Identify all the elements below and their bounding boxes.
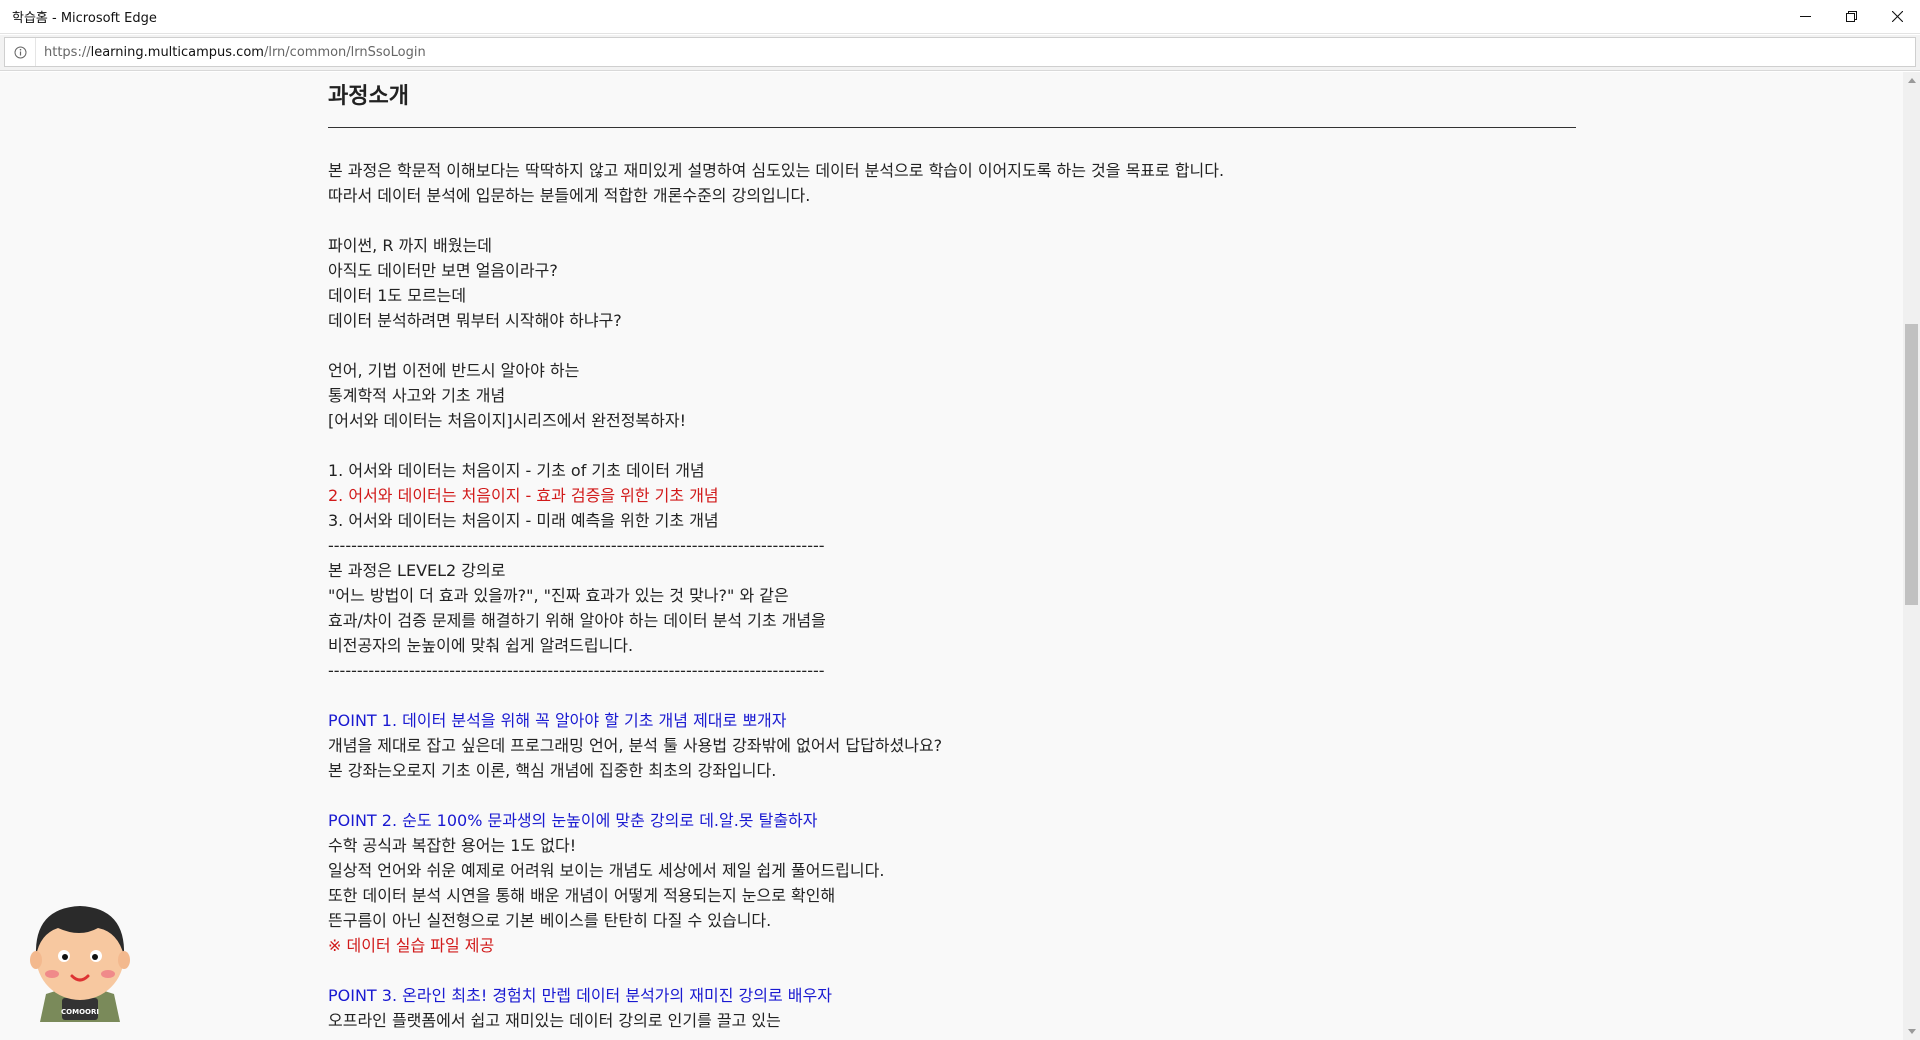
text-line: 개념을 제대로 잡고 싶은데 프로그래밍 언어, 분석 툴 사용법 강좌밖에 없… xyxy=(328,736,943,755)
text-line: 본 과정은 LEVEL2 강의로 xyxy=(328,561,506,580)
scroll-up-arrow-icon xyxy=(1907,78,1916,83)
text-line: 오프라인 플랫폼에서 쉽고 재미있는 데이터 강의로 인기를 끌고 있는 xyxy=(328,1011,781,1030)
mascot-chatbot-button[interactable]: COMOORI xyxy=(28,898,132,1022)
svg-text:COMOORI: COMOORI xyxy=(61,1008,99,1016)
scrollbar-thumb[interactable] xyxy=(1905,324,1918,605)
window-title-bar: 학습홈 - Microsoft Edge xyxy=(0,0,1920,34)
text-line: ----------------------------------------… xyxy=(328,536,825,555)
window-title: 학습홈 - Microsoft Edge xyxy=(12,11,157,26)
text-line: 또한 데이터 분석 시연을 통해 배운 개념이 어떻게 적용되는지 눈으로 확인… xyxy=(328,886,836,905)
minimize-button[interactable] xyxy=(1782,0,1828,34)
text-line: 비전공자의 눈높이에 맞춰 쉽게 알려드립니다. xyxy=(328,636,634,655)
restore-button[interactable] xyxy=(1828,0,1874,34)
point-heading: POINT 3. 온라인 최초! 경험치 만렙 데이터 분석가의 재미진 강의로… xyxy=(328,986,832,1005)
minimize-icon xyxy=(1799,16,1811,17)
text-line: 데이터 1도 모르는데 xyxy=(328,286,467,305)
url-field[interactable]: https://learning.multicampus.com/lrn/com… xyxy=(4,37,1916,67)
scroll-up-button[interactable] xyxy=(1903,72,1920,89)
restore-icon xyxy=(1845,11,1857,22)
text-line: 수학 공식과 복잡한 용어는 1도 없다! xyxy=(328,836,577,855)
title-divider xyxy=(328,127,1576,128)
text-line: 언어, 기법 이전에 반드시 알아야 하는 xyxy=(328,361,580,380)
text-line: 2. 어서와 데이터는 처음이지 - 효과 검증을 위한 기초 개념 xyxy=(328,486,719,505)
text-line: 파이썬, R 까지 배웠는데 xyxy=(328,236,492,255)
text-line: 일상적 언어와 쉬운 예제로 어려워 보이는 개념도 세상에서 제일 쉽게 풀어… xyxy=(328,861,885,880)
text-line: 3. 어서와 데이터는 처음이지 - 미래 예측을 위한 기초 개념 xyxy=(328,511,719,530)
vertical-scrollbar[interactable] xyxy=(1903,72,1920,1040)
scroll-down-arrow-icon xyxy=(1907,1029,1916,1034)
point-heading: POINT 1. 데이터 분석을 위해 꼭 알아야 할 기초 개념 제대로 뽀개… xyxy=(328,711,787,730)
close-icon xyxy=(1891,11,1903,22)
scroll-down-button[interactable] xyxy=(1903,1023,1920,1040)
text-line: 아직도 데이터만 보면 얼음이라구? xyxy=(328,261,558,280)
url-path: /lrn/common/lrnSsoLogin xyxy=(263,44,426,60)
text-line: 따라서 데이터 분석에 입문하는 분들에게 적합한 개론수준의 강의입니다. xyxy=(328,186,811,205)
site-info-button[interactable] xyxy=(5,38,36,66)
text-line: ----------------------------------------… xyxy=(328,661,825,680)
text-line: ※ 데이터 실습 파일 제공 xyxy=(328,936,495,955)
mascot-character-icon: COMOORI xyxy=(30,906,130,1022)
text-line: 데이터 분석하려면 뭐부터 시작해야 하냐구? xyxy=(328,311,622,330)
text-line: 효과/차이 검증 문제를 해결하기 위해 알아야 하는 데이터 분석 기초 개념… xyxy=(328,611,826,630)
point-heading: POINT 2. 순도 100% 문과생의 눈높이에 맞춘 강의로 데.알.못 … xyxy=(328,811,818,830)
text-line: 1. 어서와 데이터는 처음이지 - 기초 of 기초 데이터 개념 xyxy=(328,461,705,480)
close-button[interactable] xyxy=(1874,0,1920,34)
url-host: learning.multicampus.com xyxy=(90,44,264,60)
url-text[interactable]: https://learning.multicampus.com/lrn/com… xyxy=(36,45,426,60)
text-line: [어서와 데이터는 처음이지]시리즈에서 완전정복하자! xyxy=(328,411,686,430)
text-line: "어느 방법이 더 효과 있을까?", "진짜 효과가 있는 것 맞나?" 와 … xyxy=(328,586,789,605)
address-bar: https://learning.multicampus.com/lrn/com… xyxy=(0,35,1920,71)
course-intro-section: 과정소개 본 과정은 학문적 이해보다는 딱딱하지 않고 재미있게 설명하여 심… xyxy=(328,72,1576,1040)
section-title: 과정소개 xyxy=(328,84,409,109)
course-description: 본 과정은 학문적 이해보다는 딱딱하지 않고 재미있게 설명하여 심도있는 데… xyxy=(328,158,1576,1033)
info-icon xyxy=(14,46,26,58)
text-line: 본 과정은 학문적 이해보다는 딱딱하지 않고 재미있게 설명하여 심도있는 데… xyxy=(328,161,1225,180)
text-line: 본 강좌는오로지 기초 이론, 핵심 개념에 집중한 최초의 강좌입니다. xyxy=(328,761,777,780)
page-viewport: 과정소개 본 과정은 학문적 이해보다는 딱딱하지 않고 재미있게 설명하여 심… xyxy=(0,72,1903,1040)
text-line: 통계학적 사고와 기초 개념 xyxy=(328,386,506,405)
url-prefix: https:// xyxy=(44,44,91,60)
text-line: 뜬구름이 아닌 실전형으로 기본 베이스를 탄탄히 다질 수 있습니다. xyxy=(328,911,772,930)
